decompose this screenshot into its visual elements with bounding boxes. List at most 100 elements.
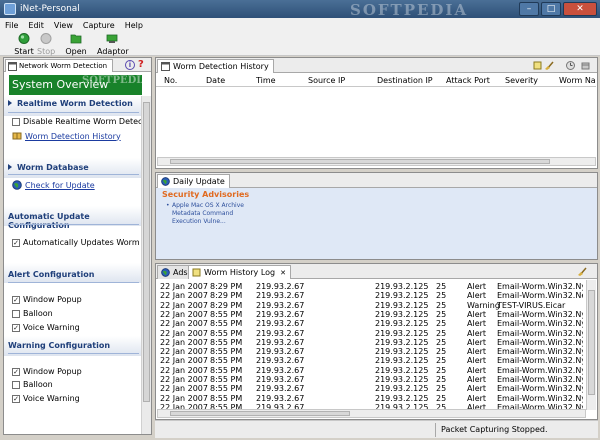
checkbox-box[interactable]: [12, 117, 20, 126]
maximize-button[interactable]: □: [541, 2, 561, 16]
checkbox-box[interactable]: ✓: [12, 323, 20, 332]
tab-worm-detection-history[interactable]: Worm Detection History: [157, 59, 274, 73]
close-button[interactable]: ✕: [563, 2, 597, 16]
column-header[interactable]: Time: [256, 76, 276, 85]
scrollbar-thumb[interactable]: [143, 102, 150, 402]
column-header[interactable]: Source IP: [308, 76, 345, 85]
log-row[interactable]: 22 Jan 2007 8:55 PM 219.93.2.67 219.93.2.12…: [156, 356, 583, 366]
help-icon[interactable]: ?: [138, 59, 144, 70]
column-header[interactable]: Attack Port: [446, 76, 490, 85]
log-row[interactable]: 22 Jan 2007 8:55 PM 219.93.2.67 219.93.2.12…: [156, 337, 583, 347]
status-text: Packet Capturing Stopped.: [441, 425, 548, 434]
tab-daily-update[interactable]: Daily Update: [157, 174, 230, 188]
advisory-link[interactable]: Apple Mac OS X Archive: [166, 202, 244, 209]
menu-edit[interactable]: Edit: [23, 21, 49, 30]
log-row[interactable]: 22 Jan 2007 8:55 PM 219.93.2.67 219.93.2.12…: [156, 365, 583, 375]
advisory-link-text[interactable]: Metadata Command: [172, 210, 233, 217]
scrollbar-thumb[interactable]: [170, 159, 550, 164]
auto-update-checkbox[interactable]: ✓ Automatically Updates Worm Database: [12, 238, 151, 247]
log-row[interactable]: 22 Jan 2007 8:55 PM 219.93.2.67 219.93.2.12…: [156, 393, 583, 403]
menu-file[interactable]: File: [0, 21, 23, 30]
realtime-section-heading[interactable]: Realtime Worm Detection: [8, 99, 133, 112]
clock-icon[interactable]: [566, 61, 575, 70]
stop-button[interactable]: Stop: [37, 33, 55, 56]
tab-network-worm-detection[interactable]: Network Worm Detection: [5, 59, 113, 72]
log-row[interactable]: 22 Jan 2007 8:29 PM 219.93.2.67 219.93.2.12…: [156, 291, 583, 301]
log-cell: 8:29 PM: [210, 282, 243, 291]
log-row[interactable]: 22 Jan 2007 8:55 PM 219.93.2.67 219.93.2.12…: [156, 319, 583, 328]
adaptor-button[interactable]: Adaptor: [97, 33, 129, 56]
log-cell: Alert: [467, 393, 487, 403]
status-bar: Packet Capturing Stopped.: [155, 420, 598, 438]
log-cell: 25: [436, 291, 447, 301]
log-hscrollbar[interactable]: [157, 409, 586, 418]
log-cell: 8:55 PM: [210, 337, 243, 347]
log-cell: 25: [436, 356, 447, 366]
expand-arrow-icon: [8, 164, 12, 170]
left-pane: Network Worm Detection i ? System Overvi…: [3, 57, 152, 435]
note-icon[interactable]: [533, 61, 542, 70]
alert-voice-warning-checkbox[interactable]: ✓ Voice Warning: [12, 323, 80, 332]
log-cell: 219.93.2.125: [375, 328, 429, 338]
menu-help[interactable]: Help: [120, 21, 148, 30]
info-icon[interactable]: i: [125, 60, 135, 70]
log-cell: 219.93.2.67: [256, 393, 305, 403]
log-cell: Email-Worm.Win32.Nyxe: [497, 384, 583, 394]
disable-realtime-checkbox[interactable]: Disable Realtime Worm Detection: [12, 117, 151, 126]
tab-close-icon[interactable]: ✕: [280, 269, 286, 277]
history-table-header: No. Date Time Source IP Destination IP A…: [156, 74, 596, 87]
tab-worm-history-log[interactable]: Worm History Log ✕: [188, 265, 291, 279]
worm-history-link[interactable]: Worm Detection History: [12, 131, 121, 141]
warning-voice-warning-checkbox[interactable]: ✓ Voice Warning: [12, 394, 80, 403]
globe-icon: [12, 180, 22, 190]
log-row[interactable]: 22 Jan 2007 8:29 PM 219.93.2.67 219.93.2.12…: [156, 301, 581, 310]
check-for-update-link[interactable]: Check for Update: [12, 180, 95, 190]
alert-window-popup-checkbox[interactable]: ✓ Window Popup: [12, 295, 82, 304]
left-pane-scrollbar[interactable]: [141, 96, 151, 434]
log-cell: Alert: [467, 384, 487, 394]
column-header[interactable]: Severity: [505, 76, 538, 85]
checkbox-box[interactable]: [12, 309, 20, 318]
log-cell: 219.93.2.125: [375, 393, 429, 403]
log-cell: 219.93.2.67: [256, 309, 305, 319]
scrollbar-thumb[interactable]: [588, 290, 595, 395]
minimize-button[interactable]: –: [519, 2, 539, 16]
log-cell: 25: [436, 393, 447, 403]
checkbox-box[interactable]: ✓: [12, 367, 20, 376]
log-cell: 8:55 PM: [210, 347, 243, 357]
log-row[interactable]: 22 Jan 2007 8:55 PM 219.93.2.67 219.93.2.12…: [156, 328, 583, 338]
log-vscrollbar[interactable]: [586, 280, 596, 410]
package-icon[interactable]: [581, 61, 590, 70]
column-header[interactable]: No.: [164, 76, 177, 85]
checkbox-box[interactable]: [12, 380, 20, 389]
log-cell: 25: [436, 300, 447, 310]
history-hscrollbar[interactable]: [157, 157, 596, 166]
log-row[interactable]: 22 Jan 2007 8:55 PM 219.93.2.67 219.93.2.12…: [156, 384, 583, 394]
warning-balloon-checkbox[interactable]: Balloon: [12, 380, 53, 389]
checkbox-box[interactable]: ✓: [12, 238, 20, 247]
checkbox-box[interactable]: ✓: [12, 295, 20, 304]
log-row[interactable]: 22 Jan 2007 8:29 PM 219.93.2.67 219.93.2.12…: [156, 282, 583, 291]
log-cell: 25: [436, 282, 447, 291]
alert-balloon-checkbox[interactable]: Balloon: [12, 309, 53, 318]
log-row[interactable]: 22 Jan 2007 8:55 PM 219.93.2.67 219.93.2.12…: [156, 347, 583, 357]
log-cell: 8:55 PM: [210, 356, 243, 366]
log-cell: 219.93.2.125: [375, 347, 429, 357]
checkbox-box[interactable]: ✓: [12, 394, 20, 403]
broom-icon[interactable]: [578, 267, 587, 276]
menu-view[interactable]: View: [49, 21, 78, 30]
scrollbar-thumb[interactable]: [170, 411, 350, 416]
menu-capture[interactable]: Capture: [78, 21, 120, 30]
start-icon: [18, 33, 30, 44]
column-header[interactable]: Destination IP: [377, 76, 433, 85]
log-cell: 25: [436, 365, 447, 375]
broom-icon[interactable]: [545, 61, 554, 70]
title-bar: iNet-Personal SOFTPEDIA – □ ✕: [0, 0, 600, 19]
start-button[interactable]: Start: [13, 33, 35, 56]
warning-window-popup-checkbox[interactable]: ✓ Window Popup: [12, 367, 82, 376]
column-header[interactable]: Worm Na: [559, 76, 596, 85]
column-header[interactable]: Date: [206, 76, 225, 85]
log-row[interactable]: 22 Jan 2007 8:55 PM 219.93.2.67 219.93.2.12…: [156, 309, 583, 319]
advisory-link-text[interactable]: Execution Vulne...: [172, 218, 226, 225]
log-row[interactable]: 22 Jan 2007 8:55 PM 219.93.2.67 219.93.2.12…: [156, 375, 583, 384]
